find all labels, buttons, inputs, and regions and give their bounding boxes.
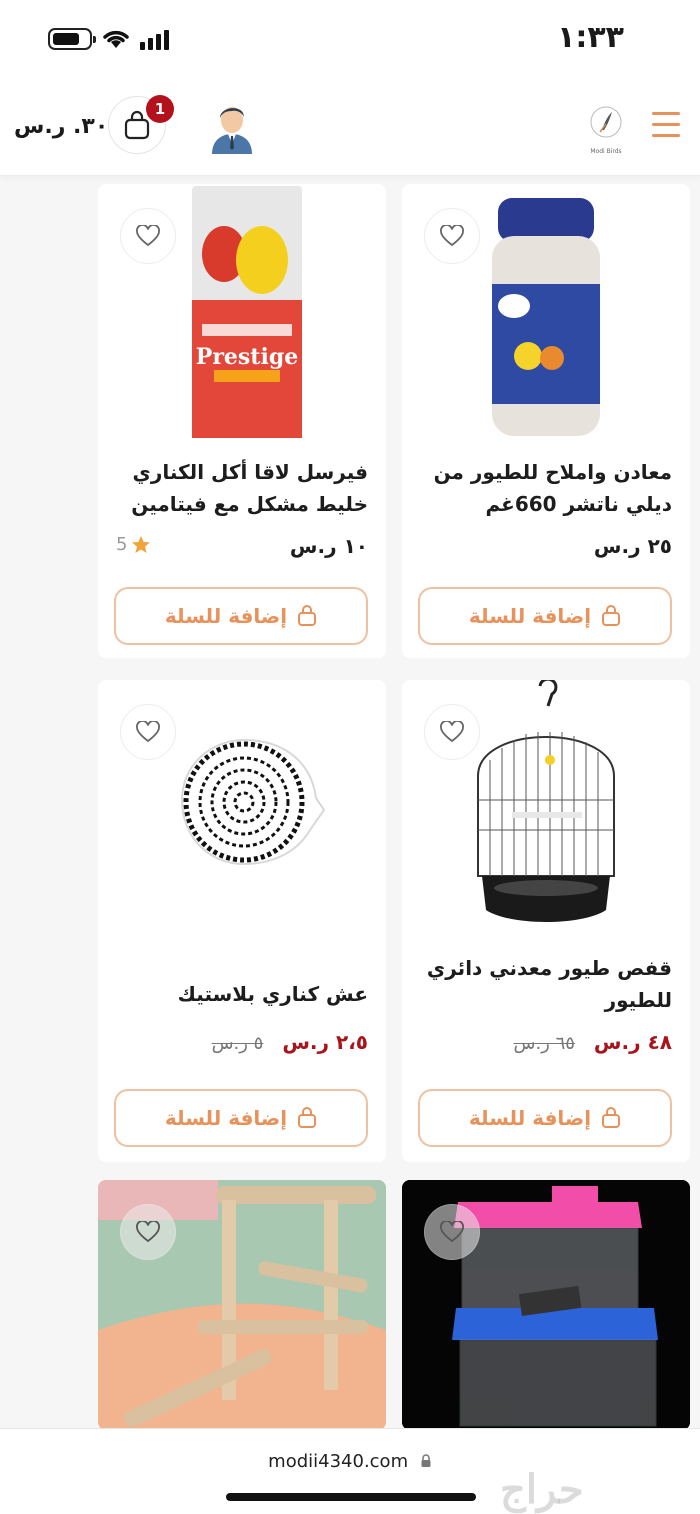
product-title[interactable]: عش كناري بلاستيك: [112, 978, 368, 1010]
product-price-row: ٢،٥ ر.س ٥ ر.س: [112, 1030, 368, 1054]
cart-total[interactable]: ٣٠. ر.س: [14, 114, 108, 139]
product-price: ٢٥ ر.س: [593, 534, 672, 558]
product-sale-price: ٢،٥ ر.س: [282, 1030, 368, 1054]
favorite-button[interactable]: [424, 704, 480, 760]
product-price-row: ٤٨ ر.س ٦٥ ر.س: [416, 1030, 672, 1054]
shopping-bag-icon: [602, 605, 621, 626]
watermark-logo: حراج: [500, 1466, 584, 1513]
logo-text: Modi Birds: [590, 148, 622, 155]
product-rating: 5: [116, 534, 151, 555]
lock-icon: [421, 1454, 431, 1467]
add-to-cart-button[interactable]: إضافة للسلة: [418, 1089, 672, 1147]
heart-icon: [136, 1221, 160, 1243]
heart-icon: [136, 721, 160, 743]
cellular-signal-icon: [140, 30, 169, 50]
star-icon: [132, 535, 151, 553]
product-card[interactable]: معادن واملاح للطيور من ديلي ناتشر 660غم …: [402, 184, 690, 658]
add-to-cart-button[interactable]: إضافة للسلة: [114, 1089, 368, 1147]
product-card[interactable]: [98, 1180, 386, 1430]
heart-icon: [440, 225, 464, 247]
wifi-icon: [103, 30, 129, 48]
favorite-button[interactable]: [120, 704, 176, 760]
url-text: modii4340.com: [268, 1451, 409, 1472]
url-display[interactable]: modii4340.com: [0, 1451, 700, 1472]
product-old-price: ٦٥ ر.س: [513, 1033, 575, 1054]
add-to-cart-label: إضافة للسلة: [164, 604, 288, 628]
favorite-button[interactable]: [424, 1204, 480, 1260]
product-price-row: ٢٥ ر.س: [416, 534, 672, 558]
favorite-button[interactable]: [120, 208, 176, 264]
heart-icon: [136, 225, 160, 247]
status-time: ١:٣٣: [557, 20, 624, 55]
site-header: ٣٠. ر.س 1 Modi Birds: [0, 78, 700, 176]
browser-url-bar[interactable]: modii4340.com: [0, 1428, 700, 1514]
product-price: ١٠ ر.س: [289, 534, 368, 558]
favorite-button[interactable]: [424, 208, 480, 264]
status-bar: ١:٣٣: [0, 0, 700, 78]
heart-icon: [440, 1221, 464, 1243]
heart-icon: [440, 721, 464, 743]
add-to-cart-label: إضافة للسلة: [468, 1106, 592, 1130]
rating-value: 5: [116, 534, 128, 555]
product-card[interactable]: Prestige فيرسل لاقا أكل الكناري خليط مشك…: [98, 184, 386, 658]
product-title[interactable]: فيرسل لاقا أكل الكناري خليط مشكل مع فيتا…: [112, 456, 368, 520]
add-to-cart-label: إضافة للسلة: [164, 1106, 288, 1130]
favorite-button[interactable]: [120, 1204, 176, 1260]
shopping-bag-icon: [298, 605, 317, 626]
product-sale-price: ٤٨ ر.س: [593, 1030, 672, 1054]
add-to-cart-button[interactable]: إضافة للسلة: [418, 587, 672, 645]
add-to-cart-label: إضافة للسلة: [468, 604, 592, 628]
product-title[interactable]: معادن واملاح للطيور من ديلي ناتشر 660غم: [416, 456, 672, 520]
shopping-bag-icon: [298, 1107, 317, 1128]
home-indicator[interactable]: [226, 1493, 476, 1501]
product-card[interactable]: قفص طيور معدني دائري للطيور ٤٨ ر.س ٦٥ ر.…: [402, 680, 690, 1162]
shopping-bag-icon: [602, 1107, 621, 1128]
prestige-logo-text: Prestige: [196, 344, 298, 370]
menu-icon[interactable]: [652, 112, 680, 145]
product-old-price: ٥ ر.س: [211, 1033, 264, 1054]
product-title[interactable]: قفص طيور معدني دائري للطيور: [416, 952, 672, 1016]
add-to-cart-button[interactable]: إضافة للسلة: [114, 587, 368, 645]
site-logo[interactable]: [588, 104, 624, 148]
battery-icon: [48, 28, 96, 50]
product-card[interactable]: عش كناري بلاستيك ٢،٥ ر.س ٥ ر.س إضافة للس…: [98, 680, 386, 1162]
user-avatar-icon[interactable]: [208, 100, 256, 154]
product-card[interactable]: [402, 1180, 690, 1430]
cart-count-badge: 1: [146, 95, 174, 123]
